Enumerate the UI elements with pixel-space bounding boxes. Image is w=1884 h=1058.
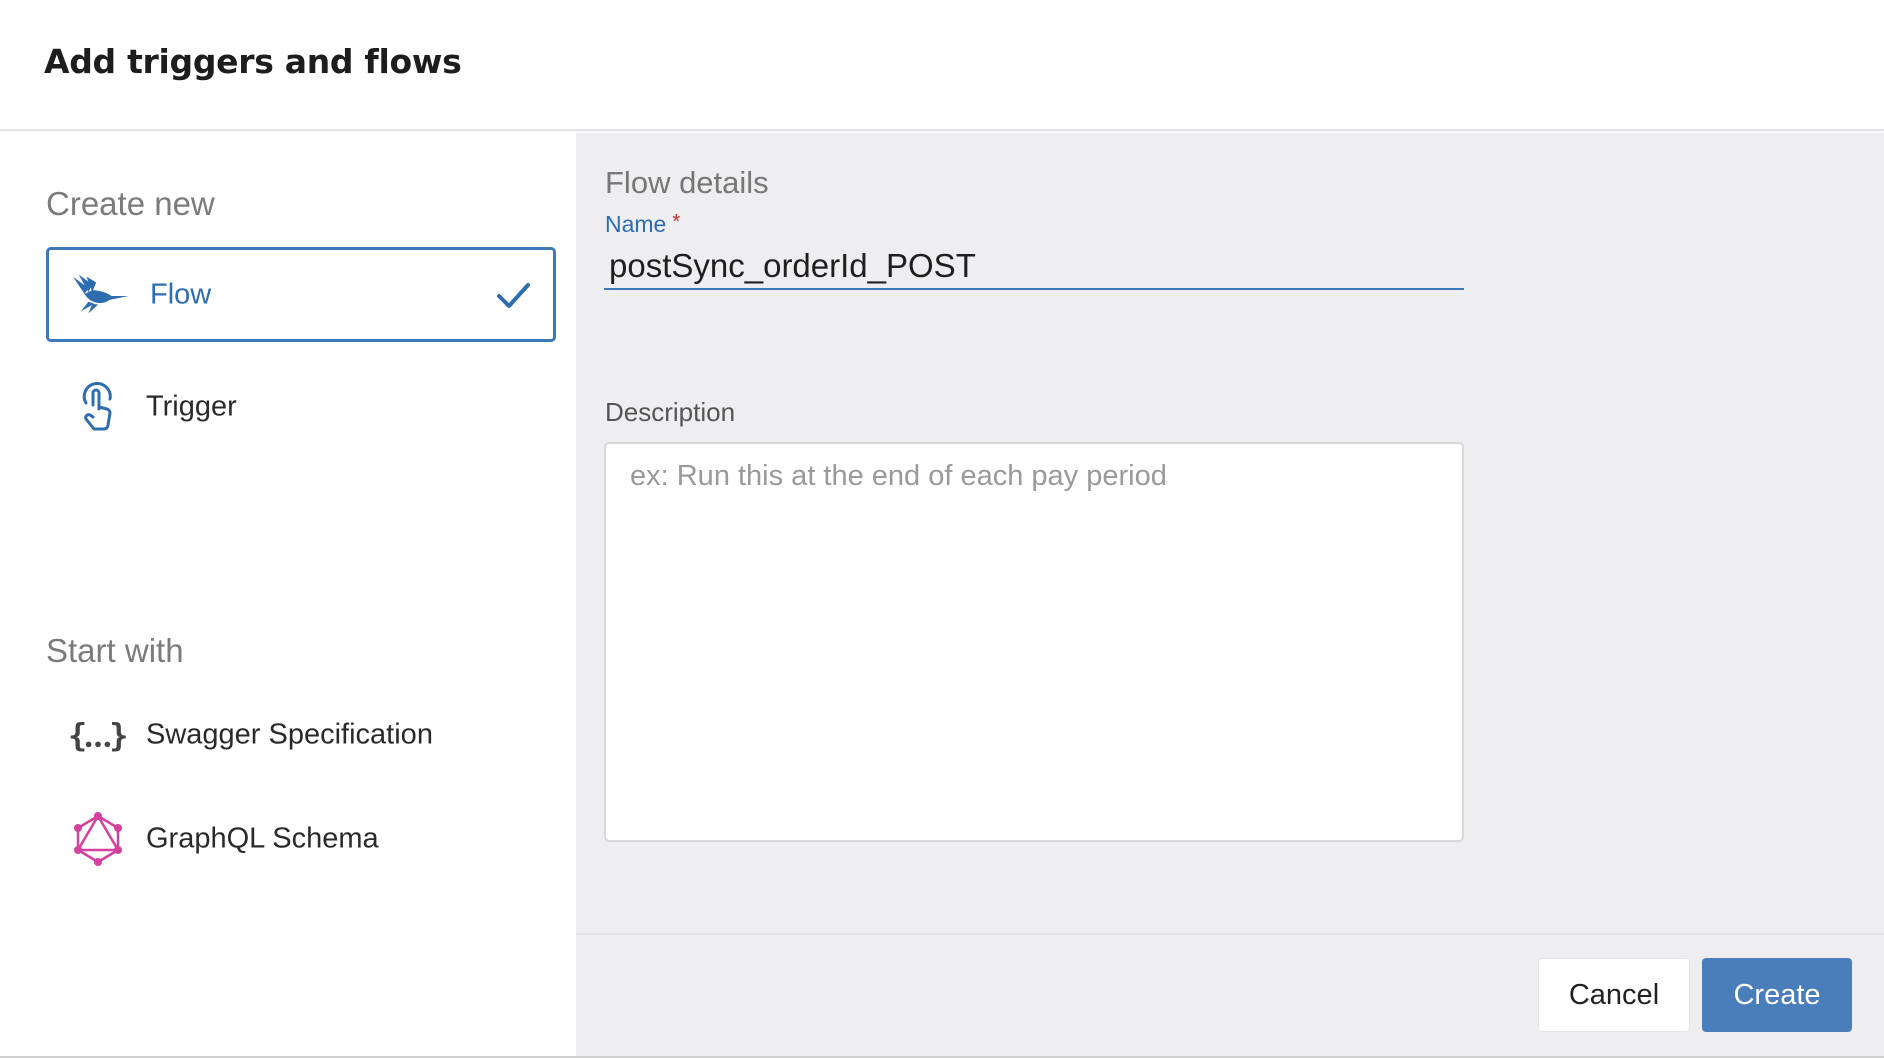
create-new-heading: Create new bbox=[46, 185, 215, 222]
swagger-braces-icon: { } bbox=[68, 708, 128, 762]
option-trigger-label: Trigger bbox=[146, 390, 237, 422]
dialog-header: Add triggers and flows bbox=[0, 0, 1884, 131]
start-with-heading: Start with bbox=[46, 632, 184, 669]
flow-details-heading: Flow details bbox=[605, 165, 769, 200]
checkmark-icon bbox=[493, 275, 533, 315]
option-swagger-specification[interactable]: { } Swagger Specification bbox=[46, 687, 556, 782]
flow-details-panel: Flow details Name* Description Cancel Cr… bbox=[576, 133, 1884, 1058]
svg-text:{: { bbox=[68, 716, 87, 754]
option-trigger[interactable]: Trigger bbox=[46, 359, 556, 454]
graphql-icon bbox=[68, 811, 128, 866]
hummingbird-icon bbox=[71, 268, 131, 322]
footer-divider bbox=[576, 933, 1884, 935]
description-textarea[interactable] bbox=[604, 442, 1464, 842]
touch-trigger-icon bbox=[68, 380, 128, 434]
option-flow[interactable]: Flow bbox=[46, 247, 556, 342]
name-label-text: Name bbox=[605, 211, 667, 237]
option-graphql-label: GraphQL Schema bbox=[146, 822, 379, 854]
left-panel: Create new Flow Trigger Start with {} S… bbox=[0, 133, 576, 1058]
svg-text:}: } bbox=[109, 716, 128, 754]
cancel-button[interactable]: Cancel bbox=[1538, 958, 1690, 1032]
name-input[interactable] bbox=[604, 243, 1464, 290]
option-swagger-label: Swagger Specification bbox=[146, 718, 433, 750]
option-flow-label: Flow bbox=[150, 278, 212, 310]
create-button[interactable]: Create bbox=[1702, 958, 1852, 1032]
required-asterisk: * bbox=[672, 211, 681, 233]
option-graphql-schema[interactable]: GraphQL Schema bbox=[46, 791, 556, 886]
name-field-label: Name * bbox=[605, 211, 680, 238]
description-field-label: Description bbox=[605, 397, 736, 427]
dialog-title: Add triggers and flows bbox=[44, 42, 462, 81]
